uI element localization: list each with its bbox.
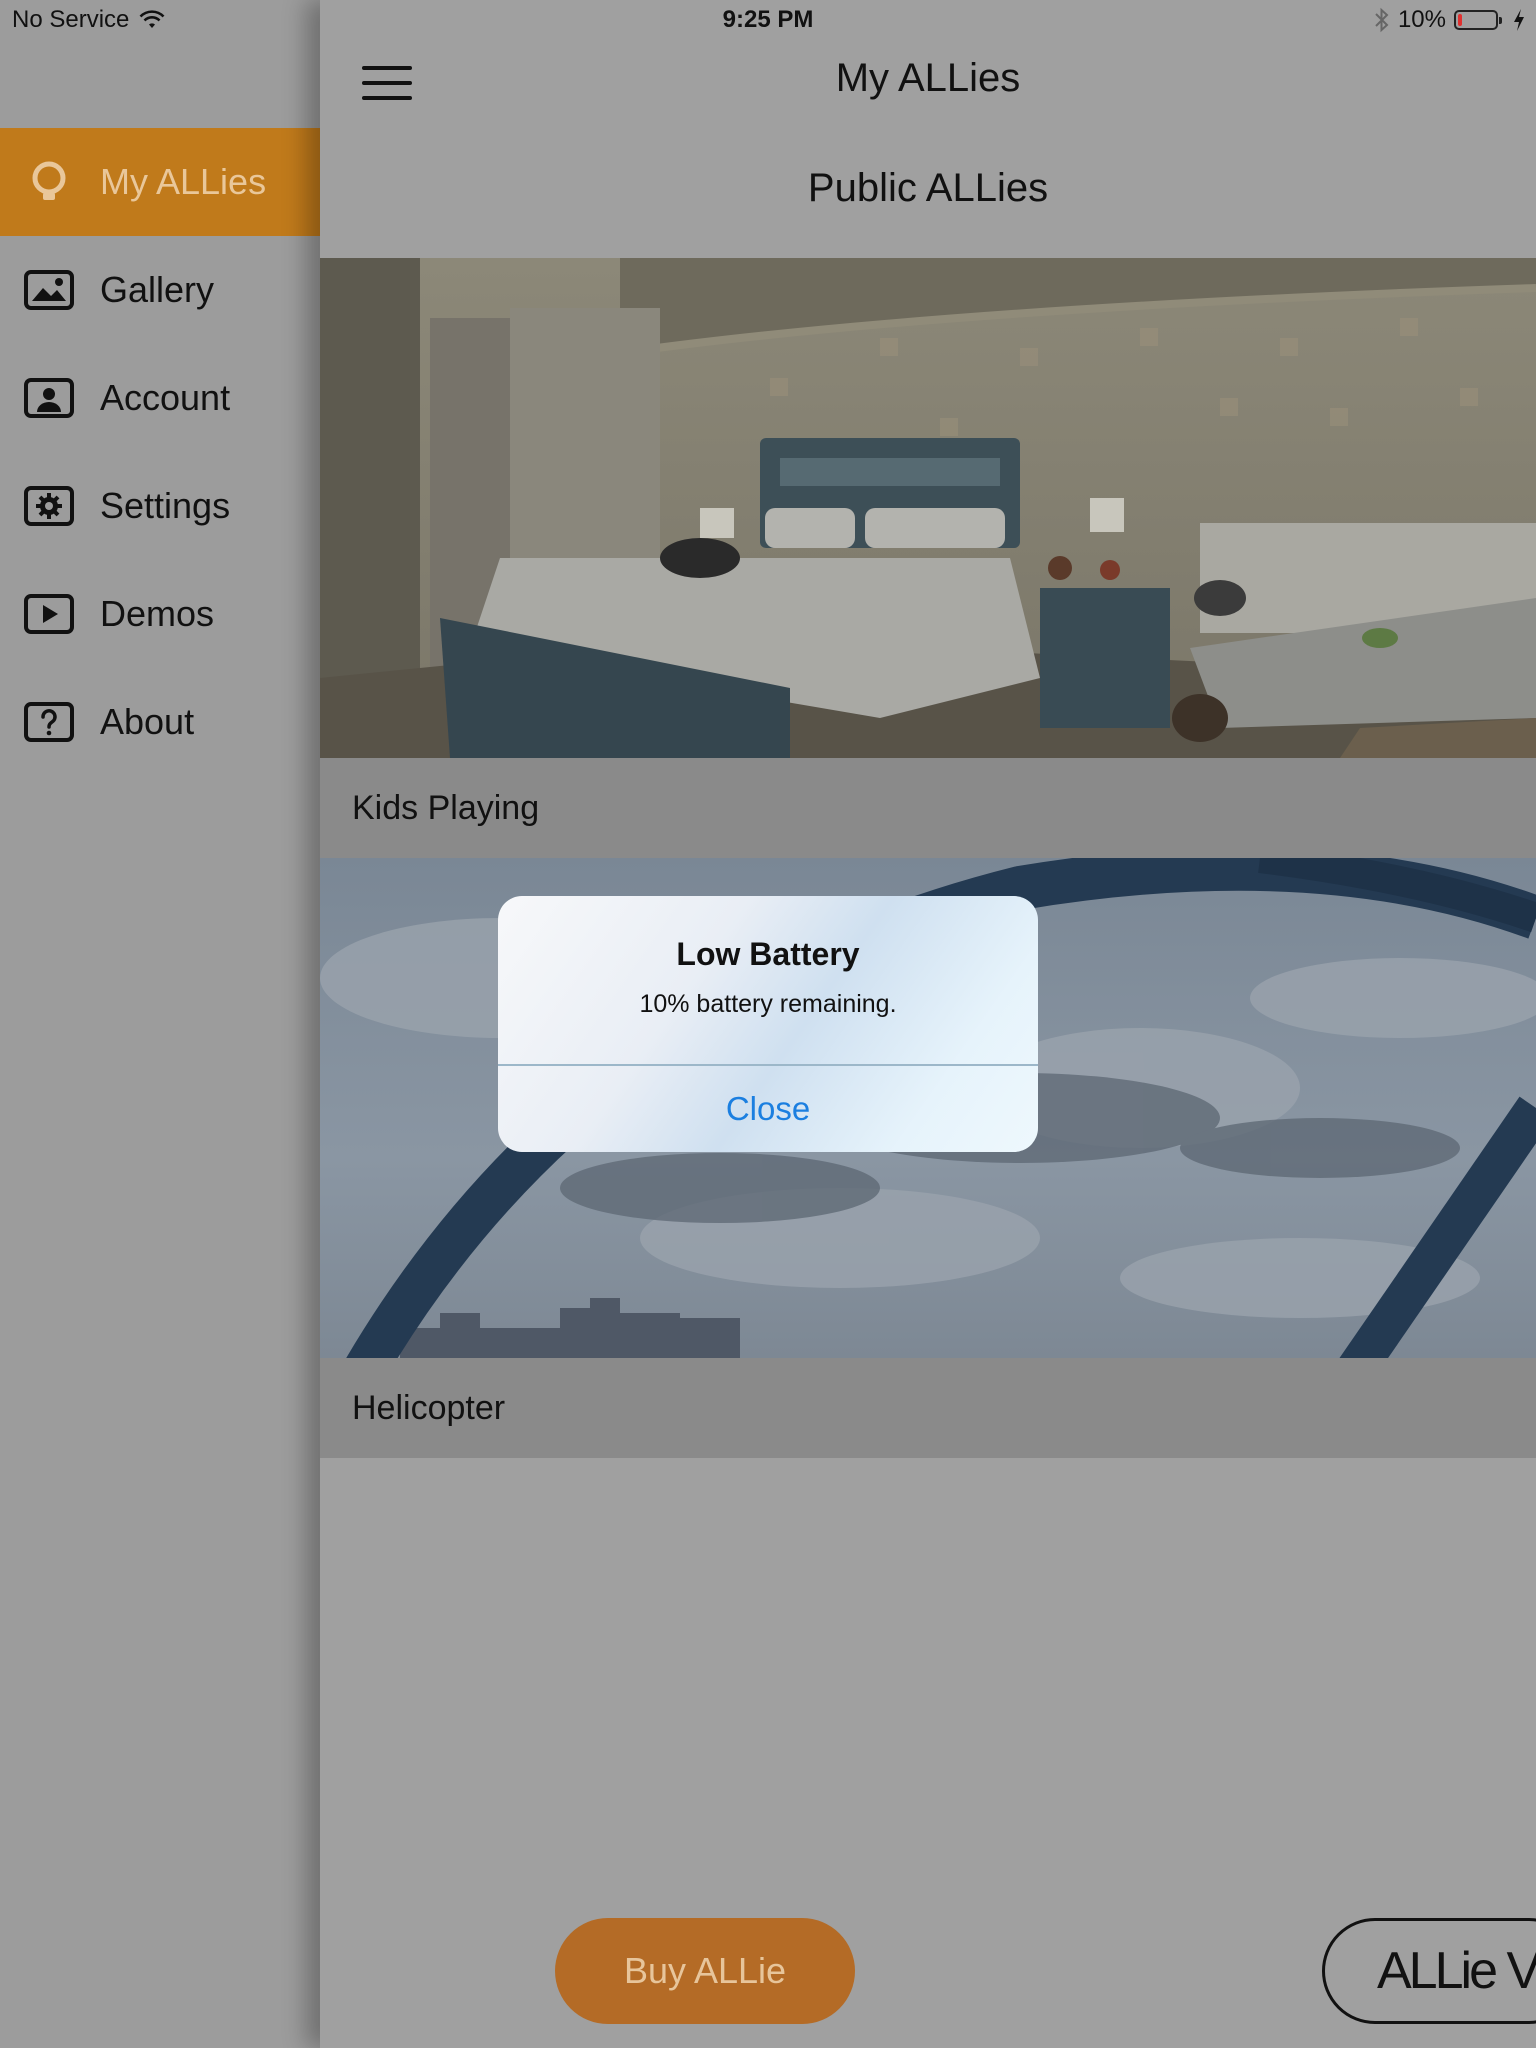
video-caption: Kids Playing xyxy=(320,758,1536,858)
sidebar-item-label: Demos xyxy=(100,593,215,634)
status-bar: No Service 9:25 PM 10% xyxy=(0,0,1536,40)
image-icon xyxy=(24,270,74,310)
sidebar-item-gallery[interactable]: Gallery xyxy=(0,236,320,344)
buy-allie-button[interactable]: Buy ALLie xyxy=(555,1918,855,2024)
low-battery-alert: Low Battery 10% battery remaining. Close xyxy=(498,896,1038,1152)
charging-bolt-icon xyxy=(1514,9,1524,31)
page-title: My ALLies xyxy=(835,56,1021,100)
bulb-icon xyxy=(24,161,74,202)
sidebar-item-label: Account xyxy=(100,377,231,418)
sidebar-item-settings[interactable]: Settings xyxy=(0,452,320,560)
sidebar-item-about[interactable]: About xyxy=(0,668,320,776)
status-time: 9:25 PM xyxy=(722,6,814,33)
sidebar-item-label: Settings xyxy=(100,485,231,526)
account-icon xyxy=(24,378,74,418)
alert-title: Low Battery xyxy=(676,936,860,972)
side-menu: My ALLies Gallery Account Settings Demos… xyxy=(0,0,320,2048)
close-button[interactable]: Close xyxy=(498,1066,1038,1152)
battery-fill xyxy=(1458,14,1462,26)
battery-icon xyxy=(1454,10,1502,30)
sidebar-item-account[interactable]: Account xyxy=(0,344,320,452)
status-right: 10% xyxy=(1374,6,1526,34)
play-icon xyxy=(24,594,74,634)
sidebar-item-label: My ALLies xyxy=(100,161,267,202)
sidebar-item-demos[interactable]: Demos xyxy=(0,560,320,668)
section-title: Public ALLies xyxy=(807,166,1049,210)
video-thumbnail[interactable] xyxy=(320,258,1536,758)
sidebar-item-my-allies[interactable]: My ALLies xyxy=(0,128,320,236)
battery-percent: 10% xyxy=(1397,6,1446,33)
sidebar-item-label: Gallery xyxy=(100,269,215,310)
video-caption: Helicopter xyxy=(320,1358,1536,1458)
alert-message: 10% battery remaining. xyxy=(639,990,897,1018)
bluetooth-icon xyxy=(1375,7,1389,33)
allie-viewer-button[interactable]: ALLie V xyxy=(1322,1918,1536,2024)
gear-icon xyxy=(24,486,74,526)
sidebar-item-label: About xyxy=(100,701,195,742)
side-menu-list: My ALLies Gallery Account Settings Demos… xyxy=(0,128,320,776)
video-card-kids-playing[interactable]: Kids Playing xyxy=(320,258,1536,858)
question-icon xyxy=(24,702,74,742)
